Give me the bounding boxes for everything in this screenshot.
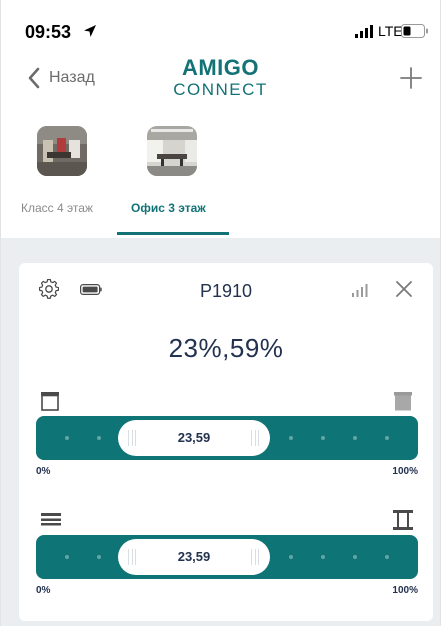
- room-photo-class: [37, 126, 87, 176]
- tilt-max-label: 100%: [392, 585, 418, 596]
- close-icon[interactable]: [396, 281, 412, 297]
- tilt-slider-handle[interactable]: 23,59: [118, 539, 270, 575]
- status-time: 09:53: [25, 22, 72, 42]
- room-thumbnail-class[interactable]: [37, 126, 87, 176]
- logo-subtitle: CONNECT: [173, 80, 268, 99]
- room-photo-office: [147, 126, 197, 176]
- app-logo: AMIGO CONNECT: [1, 56, 440, 100]
- device-title: P1910: [199, 281, 253, 301]
- position-percent: 23%,59%: [168, 333, 284, 363]
- location-arrow-icon: [84, 25, 96, 37]
- add-icon[interactable]: [400, 67, 422, 89]
- battery-status-icon: [401, 24, 428, 38]
- position-max-label: 100%: [392, 466, 418, 477]
- network-type: LTE: [378, 23, 403, 39]
- device-card: P1910 23%,59% 23,59 0% 100% 23,59 0% 100…: [19, 263, 433, 621]
- position-slider-handle[interactable]: 23,59: [118, 420, 270, 456]
- blind-open-icon: [41, 392, 59, 411]
- position-slider-value: 23,59: [177, 430, 211, 445]
- room-tab-class[interactable]: Класс 4 этаж: [21, 201, 93, 215]
- tilt-min-label: 0%: [36, 585, 51, 596]
- position-min-label: 0%: [36, 466, 51, 477]
- signal-strength-icon: [352, 284, 368, 297]
- app-screen: 09:53 LTE Назад AMIGO CONNECT Класс 4 эт…: [0, 0, 441, 626]
- status-bar: 09:53 LTE: [1, 0, 440, 52]
- selected-tab-indicator: [117, 232, 229, 235]
- logo-title: AMIGO: [181, 55, 260, 80]
- cellular-signal-icon: [355, 25, 373, 38]
- position-slider[interactable]: 23,59: [36, 416, 418, 460]
- tilt-open-icon: [393, 510, 413, 530]
- blind-closed-icon: [394, 392, 412, 411]
- tilt-slider-value: 23,59: [177, 549, 211, 564]
- room-tab-office[interactable]: Офис 3 этаж: [131, 201, 206, 215]
- tilt-closed-icon: [41, 513, 61, 526]
- tilt-slider[interactable]: 23,59: [36, 535, 418, 579]
- room-thumbnail-office[interactable]: [147, 126, 197, 176]
